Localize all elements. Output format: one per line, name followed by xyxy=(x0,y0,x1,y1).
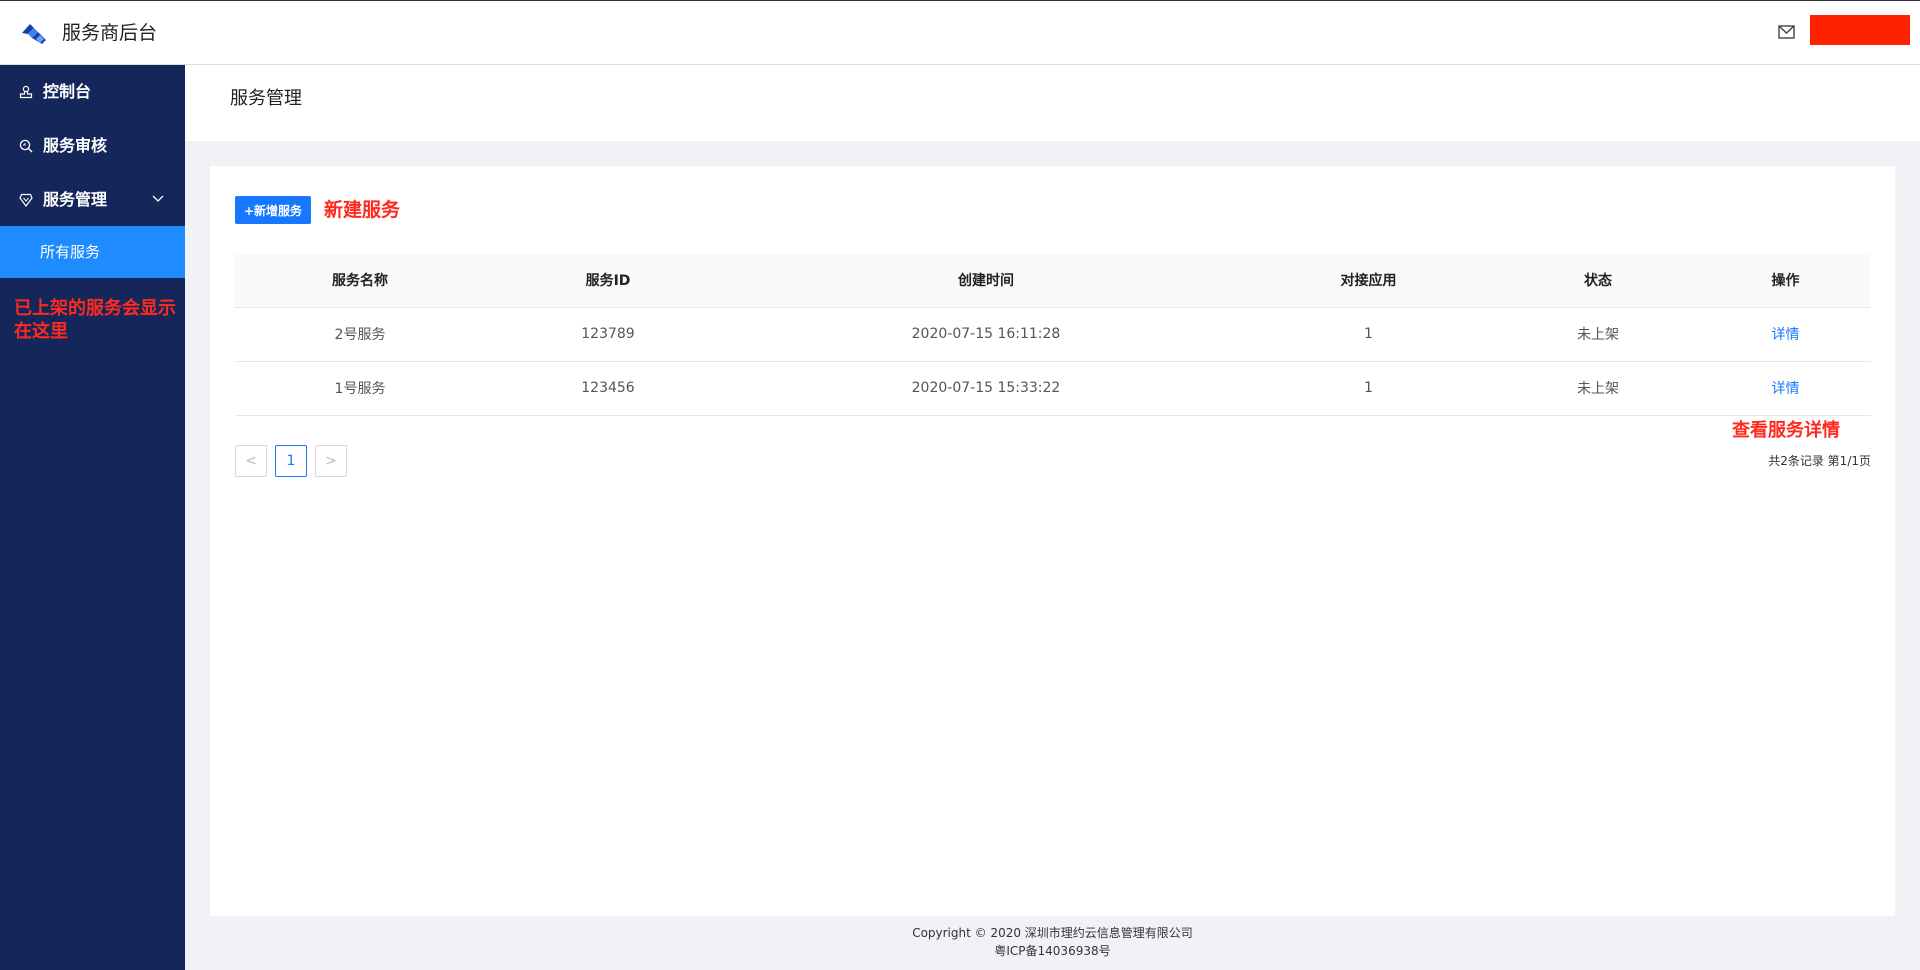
mail-icon[interactable] xyxy=(1778,25,1795,39)
chevron-right-icon: > xyxy=(325,453,337,469)
top-header: 服务商后台 xyxy=(0,0,1920,65)
column-header: 操作 xyxy=(1700,254,1871,308)
status-cell: 未上架 xyxy=(1496,307,1700,362)
sidebar-item-label: 服务管理 xyxy=(43,190,108,209)
service-name-cell: 2号服务 xyxy=(235,307,485,362)
page-header: 服务管理 xyxy=(185,65,1920,141)
chevron-left-icon: < xyxy=(245,453,257,469)
table-row: 2号服务 123789 2020-07-15 16:11:28 1 未上架 详情 xyxy=(235,307,1871,362)
sidebar-item-service-management[interactable]: 服务管理 xyxy=(0,173,185,227)
service-id-cell: 123789 xyxy=(485,307,731,362)
content-card: +新增服务 新建服务 服务名称 服务ID 创建时间 对接应用 状态 操作 2号服… xyxy=(210,166,1895,916)
connected-apps-cell: 1 xyxy=(1241,361,1496,416)
sidebar-item-dashboard[interactable]: 控制台 xyxy=(0,65,185,119)
pagination-prev-button[interactable]: < xyxy=(235,445,267,477)
logo-icon xyxy=(22,24,46,44)
action-cell: 详情 xyxy=(1700,307,1871,362)
sidebar: 控制台 服务审核 服务管理 所有服务 已上架的服务会显示在这里 xyxy=(0,65,185,970)
diamond-icon xyxy=(19,193,33,207)
search-icon xyxy=(19,139,33,153)
user-account-block[interactable] xyxy=(1810,15,1910,45)
detail-link[interactable]: 详情 xyxy=(1772,327,1800,343)
footer-icp: 粤ICP备14036938号 xyxy=(994,944,1111,958)
sidebar-annotation: 已上架的服务会显示在这里 xyxy=(14,298,176,342)
sidebar-subitem-label: 所有服务 xyxy=(40,243,101,261)
footer-copyright: Copyright © 2020 深圳市理约云信息管理有限公司 xyxy=(912,926,1193,940)
table-header-row: 服务名称 服务ID 创建时间 对接应用 状态 操作 xyxy=(235,254,1871,308)
app-title: 服务商后台 xyxy=(62,22,158,44)
column-header: 服务名称 xyxy=(235,254,485,308)
connected-apps-cell: 1 xyxy=(1241,307,1496,362)
status-cell: 未上架 xyxy=(1496,361,1700,416)
add-service-button[interactable]: +新增服务 xyxy=(235,196,311,224)
service-name-cell: 1号服务 xyxy=(235,361,485,416)
column-header: 状态 xyxy=(1496,254,1700,308)
stamp-icon xyxy=(19,85,33,99)
created-time-cell: 2020-07-15 16:11:28 xyxy=(731,307,1241,362)
footer: Copyright © 2020 深圳市理约云信息管理有限公司 粤ICP备140… xyxy=(185,924,1920,960)
sidebar-item-label: 控制台 xyxy=(43,82,92,101)
pagination-page-button[interactable]: 1 xyxy=(275,445,307,477)
column-header: 创建时间 xyxy=(731,254,1241,308)
services-table: 服务名称 服务ID 创建时间 对接应用 状态 操作 2号服务 123789 20… xyxy=(235,254,1871,416)
sidebar-item-service-review[interactable]: 服务审核 xyxy=(0,119,185,173)
column-header: 对接应用 xyxy=(1241,254,1496,308)
sidebar-item-label: 服务审核 xyxy=(43,136,108,155)
service-id-cell: 123456 xyxy=(485,361,731,416)
add-service-annotation: 新建服务 xyxy=(324,199,401,221)
action-cell: 详情 xyxy=(1700,361,1871,416)
created-time-cell: 2020-07-15 15:33:22 xyxy=(731,361,1241,416)
detail-annotation: 查看服务详情 xyxy=(1732,420,1840,441)
detail-link[interactable]: 详情 xyxy=(1772,381,1800,397)
table-row: 1号服务 123456 2020-07-15 15:33:22 1 未上架 详情 xyxy=(235,361,1871,416)
chevron-down-icon[interactable] xyxy=(152,195,164,203)
column-header: 服务ID xyxy=(485,254,731,308)
sidebar-subitem-all-services[interactable]: 所有服务 xyxy=(0,226,185,278)
pagination-info: 共2条记录 第1/1页 xyxy=(1768,454,1871,468)
pagination-next-button[interactable]: > xyxy=(315,445,347,477)
page-title: 服务管理 xyxy=(230,88,302,109)
